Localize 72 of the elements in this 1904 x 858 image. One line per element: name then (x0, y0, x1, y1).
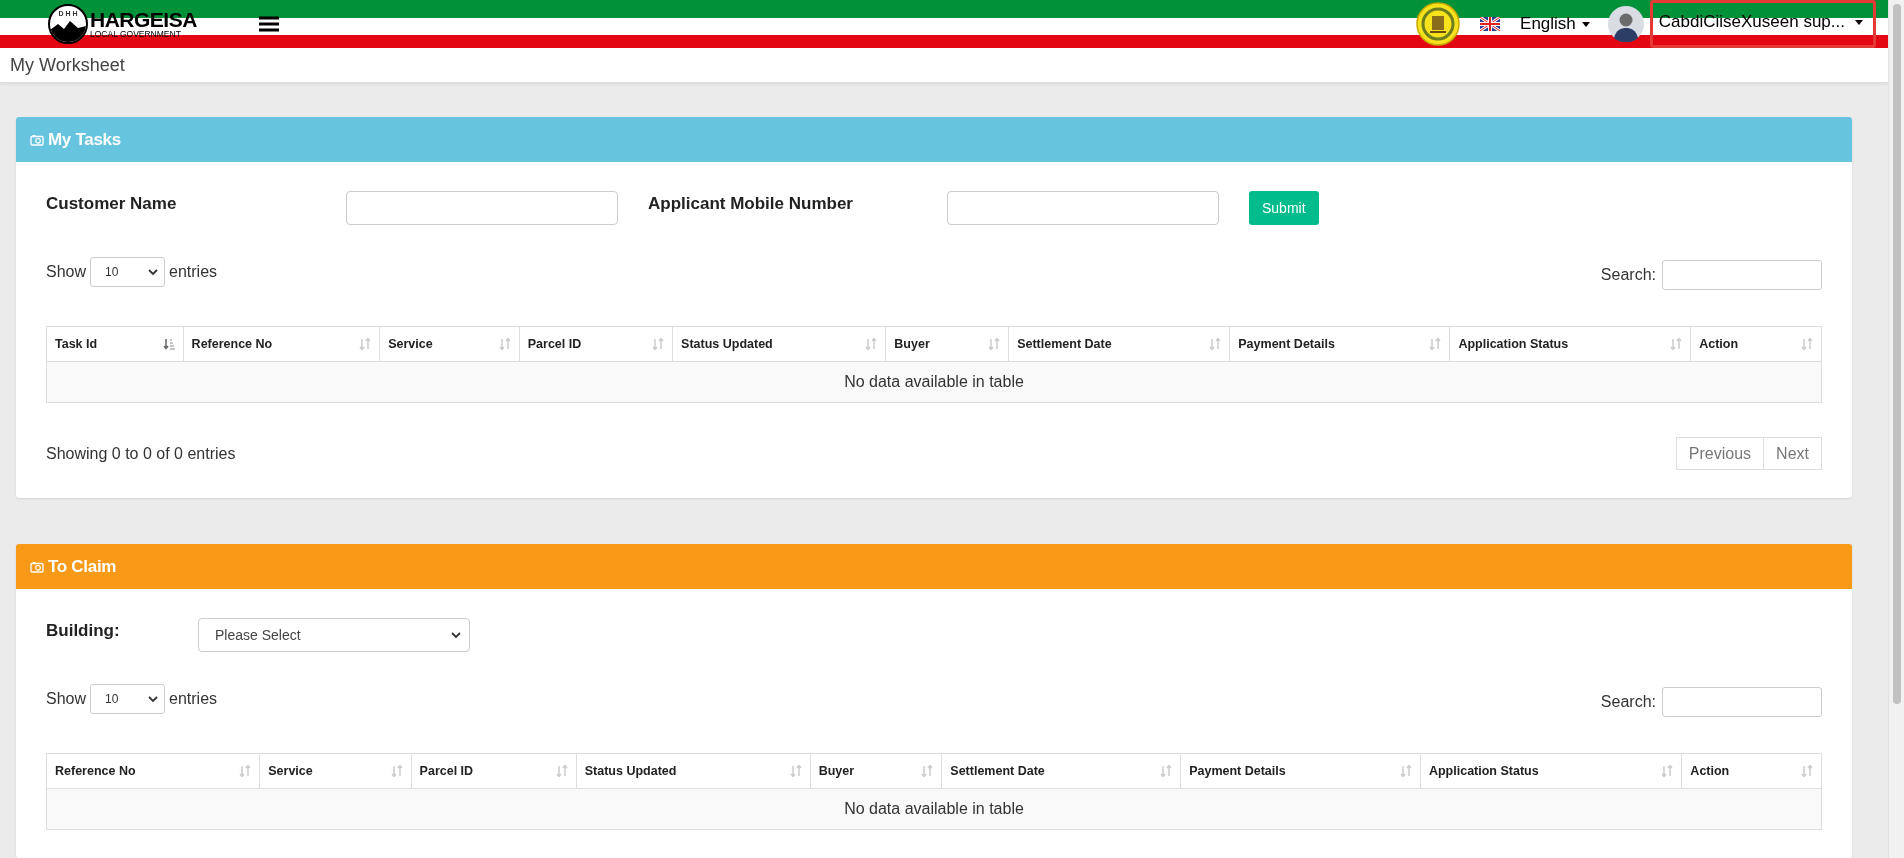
sort-icon (921, 765, 934, 777)
user-dropdown[interactable]: CabdiCiiseXuseen sup... (1649, 0, 1876, 48)
column-header[interactable]: Service (379, 326, 520, 362)
sort-icon (1670, 338, 1683, 350)
column-header[interactable]: Payment Details (1180, 753, 1421, 789)
page-title: My Worksheet (10, 54, 125, 76)
sort-icon (498, 338, 511, 350)
uk-flag-icon (1480, 17, 1501, 31)
sort-icon (1209, 338, 1222, 350)
sort-icon (1160, 765, 1173, 777)
sort-icon (1429, 338, 1442, 350)
chevron-down-icon (148, 695, 159, 703)
sort-ascending-icon (162, 338, 175, 350)
sort-icon (1801, 765, 1813, 777)
empty-table-message: No data available in table (46, 788, 1822, 830)
entries-info: Showing 0 to 0 of 0 entries (46, 444, 236, 463)
input-field[interactable] (947, 191, 1219, 225)
camera-icon (30, 133, 44, 146)
column-header[interactable]: Buyer (810, 753, 942, 789)
sort-icon (555, 765, 568, 777)
empty-table-message: No data available in table (46, 361, 1822, 403)
scrollbar[interactable] (1888, 0, 1904, 858)
sort-icon (359, 338, 372, 350)
entries-select[interactable]: 10 (90, 257, 166, 287)
column-header[interactable]: Reference No (46, 753, 260, 789)
crest-emblem-icon (1416, 2, 1461, 46)
camera-icon (30, 560, 44, 573)
entries-label: entries (169, 263, 218, 281)
column-header[interactable]: Service (259, 753, 412, 789)
sort-icon (1801, 338, 1813, 350)
entries-select[interactable]: 10 (90, 684, 166, 714)
sort-icon (652, 338, 665, 350)
search-field[interactable] (1662, 687, 1822, 717)
search-label: Search: (1600, 693, 1656, 711)
sort-icon (390, 765, 403, 777)
column-header[interactable]: Status Updated (576, 753, 811, 789)
column-header[interactable]: Parcel ID (411, 753, 577, 789)
menu-button[interactable] (258, 16, 279, 32)
column-header[interactable]: Settlement Date (941, 753, 1181, 789)
column-header[interactable]: Parcel ID (519, 326, 673, 362)
language-dropdown[interactable]: English (1480, 14, 1590, 34)
field-label: Applicant Mobile Number (648, 193, 854, 214)
sort-icon (239, 765, 252, 777)
entries-label: entries (169, 690, 218, 708)
chevron-down-icon (451, 631, 461, 639)
column-header[interactable]: Application Status (1420, 753, 1682, 789)
sort-icon (865, 338, 878, 350)
sort-icon (1399, 765, 1412, 777)
column-header[interactable]: Action (1681, 753, 1822, 789)
show-label: Show (46, 263, 87, 281)
input-field[interactable] (346, 191, 618, 225)
field-label: Building: (46, 620, 121, 641)
panel-title: To Claim (48, 556, 117, 577)
chevron-down-icon (148, 268, 159, 276)
panel-title: My Tasks (48, 129, 121, 150)
column-header[interactable]: Action (1690, 326, 1822, 362)
search-label: Search: (1600, 266, 1656, 284)
show-label: Show (46, 690, 87, 708)
user-avatar (1607, 6, 1644, 42)
search-field[interactable] (1662, 260, 1822, 290)
column-header[interactable]: Payment Details (1229, 326, 1450, 362)
column-header[interactable]: Status Updated (672, 326, 886, 362)
column-header[interactable]: Buyer (885, 326, 1009, 362)
column-header[interactable]: Settlement Date (1008, 326, 1230, 362)
column-header[interactable]: Task Id (46, 326, 184, 362)
sort-icon (1661, 765, 1674, 777)
field-label: Customer Name (46, 193, 178, 214)
sort-icon (988, 338, 1001, 350)
sort-icon (789, 765, 802, 777)
column-header[interactable]: Application Status (1449, 326, 1691, 362)
column-header[interactable]: Reference No (183, 326, 380, 362)
building-select[interactable]: Please Select (198, 618, 470, 652)
